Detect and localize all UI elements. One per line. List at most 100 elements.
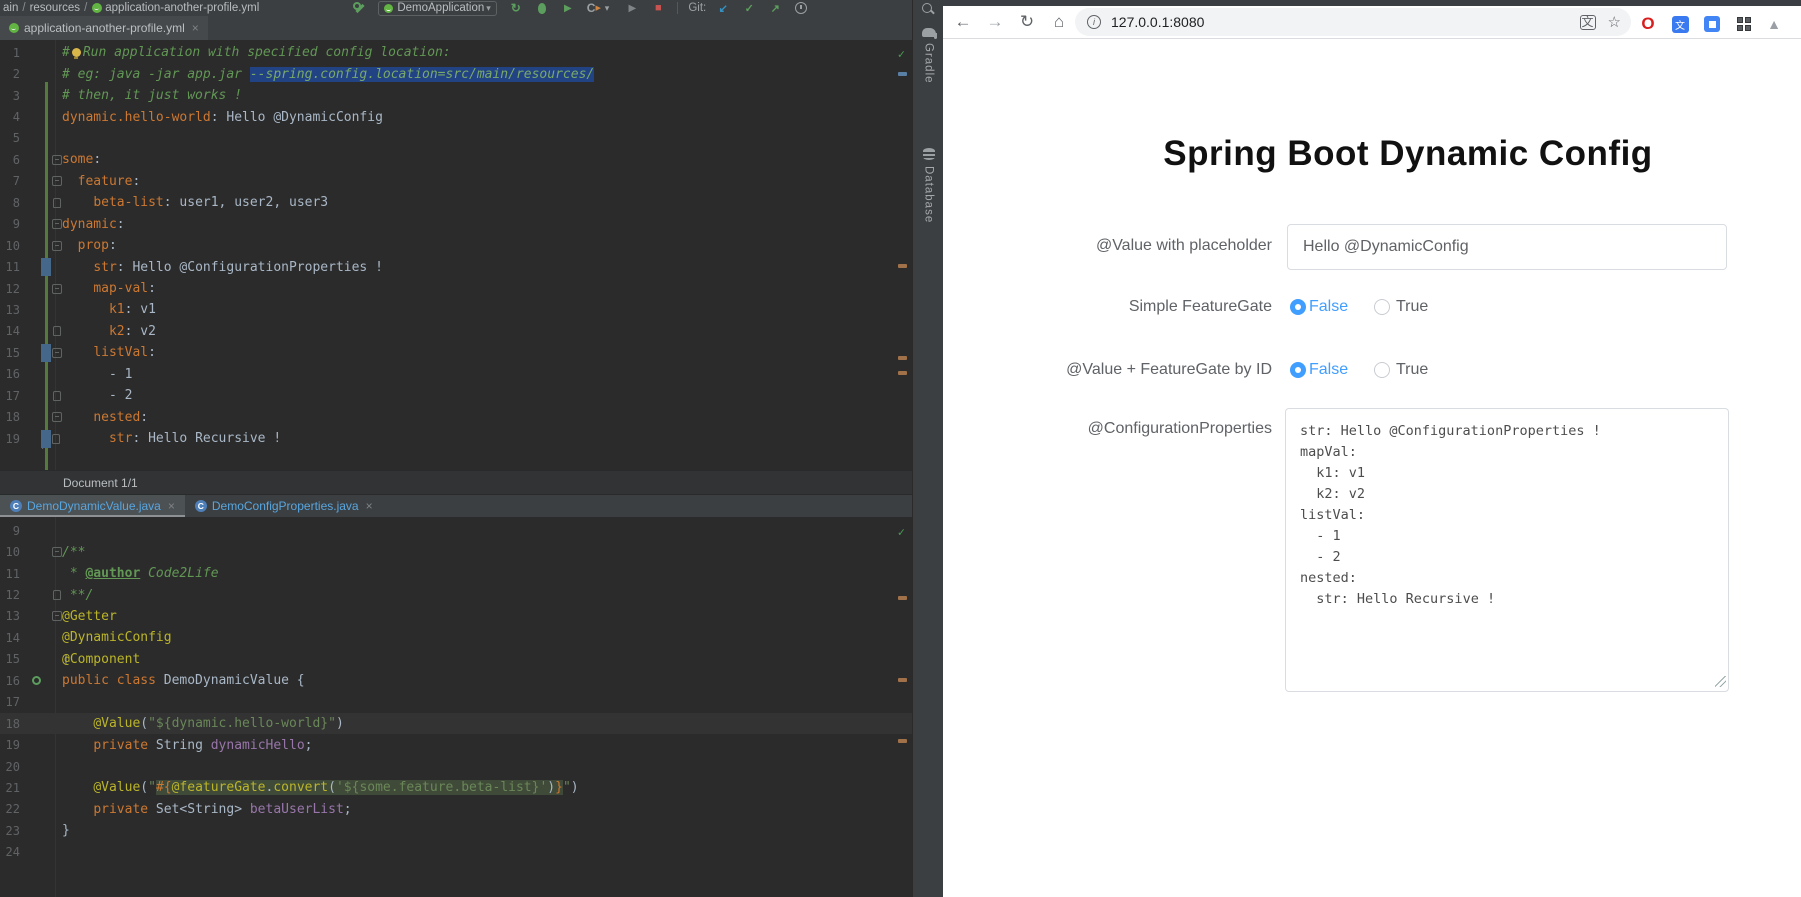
line-number: 18	[0, 717, 30, 731]
lock-marker-icon[interactable]	[53, 590, 61, 600]
code-text: private Set<String> betaUserList;	[62, 802, 352, 817]
configuration-properties-textarea[interactable]: str: Hello @ConfigurationProperties ! ma…	[1285, 408, 1729, 692]
translate-page-icon[interactable]: 文	[1580, 15, 1596, 30]
line-number: 10	[0, 239, 30, 253]
fold-marker-icon[interactable]	[52, 412, 62, 422]
intention-bulb-icon[interactable]	[72, 48, 81, 57]
gutter-markers	[30, 85, 62, 106]
radio-label-false[interactable]: False	[1309, 361, 1348, 379]
tool-window-database[interactable]: Database	[913, 148, 944, 223]
attach-run-button[interactable]: ▶	[623, 1, 641, 15]
featuregate-by-id-true-radio[interactable]	[1374, 362, 1390, 378]
bean-marker-icon	[32, 676, 41, 685]
simple-featuregate-false-radio[interactable]	[1290, 299, 1306, 315]
code-text: public class DemoDynamicValue {	[62, 673, 305, 688]
debug-button[interactable]	[533, 1, 551, 15]
close-icon[interactable]: ×	[192, 21, 199, 35]
line-number: 17	[0, 695, 30, 709]
forward-button[interactable]: →	[983, 10, 1007, 34]
fold-marker-icon[interactable]	[52, 284, 62, 294]
breadcrumb-separator: /	[22, 2, 25, 14]
line-number: 19	[0, 738, 30, 752]
code-text: k2: v2	[62, 324, 156, 339]
textarea-resize-handle[interactable]	[1715, 676, 1726, 687]
line-number: 10	[0, 545, 30, 559]
profiler-chevron-icon[interactable]: ▾	[605, 3, 610, 14]
profiler-button[interactable]: C▶	[585, 1, 603, 15]
radio-label-false[interactable]: False	[1309, 298, 1348, 316]
code-line: 8 beta-list: user1, user2, user3	[0, 192, 912, 213]
breadcrumb-item-resources[interactable]: resources	[30, 2, 81, 14]
extension-screenshot-icon[interactable]	[1701, 13, 1723, 35]
radio-label-true[interactable]: True	[1396, 298, 1428, 316]
tab-demo-config-properties[interactable]: C DemoConfigProperties.java ×	[185, 495, 383, 517]
fold-marker-icon[interactable]	[52, 348, 62, 358]
tool-window-gradle[interactable]: Gradle	[913, 28, 944, 84]
run-configuration-select[interactable]: DemoApplication ▾	[378, 1, 496, 16]
yaml-code-editor[interactable]: ✓ 1#Run application with specified confi…	[0, 40, 912, 472]
search-icon[interactable]	[922, 3, 932, 13]
url-text[interactable]: 127.0.0.1:8080	[1111, 14, 1204, 30]
line-number: 6	[0, 153, 30, 167]
lock-marker-icon[interactable]	[53, 326, 61, 336]
lock-marker-icon[interactable]	[53, 391, 61, 401]
home-button[interactable]: ⌂	[1047, 10, 1071, 34]
extension-red-icon[interactable]: O	[1637, 13, 1659, 35]
gutter-markers	[30, 299, 62, 320]
code-line: 12 **/	[0, 584, 912, 605]
java-class-icon: C	[195, 500, 207, 512]
run-with-coverage-button[interactable]: ▶	[559, 1, 577, 15]
featuregate-by-id-false-radio[interactable]	[1290, 362, 1306, 378]
extension-rocket-icon[interactable]: ▲	[1763, 13, 1785, 35]
code-text: listVal:	[62, 345, 156, 360]
breadcrumb-item-main[interactable]: ain	[3, 2, 18, 14]
build-wrench-icon[interactable]	[350, 1, 368, 15]
close-icon[interactable]: ×	[366, 499, 373, 513]
breadcrumb-item-file[interactable]: application-another-profile.yml	[105, 2, 259, 14]
fold-marker-icon[interactable]	[52, 611, 62, 621]
tab-application-another-profile-yml[interactable]: application-another-profile.yml ×	[0, 16, 208, 40]
code-text: @Value("#{@featureGate.convert('${some.f…	[62, 780, 579, 795]
bookmark-star-icon[interactable]: ☆	[1608, 13, 1621, 31]
lock-marker-icon[interactable]	[52, 434, 60, 444]
gutter-markers	[30, 563, 62, 584]
line-number: 11	[0, 567, 30, 581]
tab-demo-dynamic-value[interactable]: C DemoDynamicValue.java ×	[0, 495, 185, 517]
fold-marker-icon[interactable]	[52, 241, 62, 251]
tool-window-label: Gradle	[923, 43, 935, 84]
code-text: str: Hello Recursive !	[62, 431, 281, 446]
stop-button[interactable]: ■	[649, 1, 667, 15]
tab-label: DemoDynamicValue.java	[27, 499, 161, 513]
extension-translate-icon[interactable]: 文	[1669, 13, 1691, 35]
line-number: 18	[0, 410, 30, 424]
code-text: map-val:	[62, 281, 156, 296]
git-push-button[interactable]: ↗	[766, 1, 784, 15]
lock-marker-icon[interactable]	[53, 198, 61, 208]
chevron-down-icon: ▾	[486, 3, 491, 14]
address-bar[interactable]: i 127.0.0.1:8080 文 ☆	[1075, 8, 1631, 36]
gutter-markers	[30, 63, 62, 84]
fold-marker-icon[interactable]	[52, 155, 62, 165]
reload-button[interactable]: ↻	[1015, 10, 1039, 34]
blue-marker-icon	[41, 344, 51, 362]
line-number: 12	[0, 282, 30, 296]
code-line: 11 str: Hello @ConfigurationProperties !	[0, 256, 912, 277]
value-placeholder-input[interactable]	[1287, 224, 1727, 270]
fold-marker-icon[interactable]	[52, 176, 62, 186]
fold-marker-icon[interactable]	[52, 219, 62, 229]
back-button[interactable]: ←	[951, 10, 975, 34]
extension-qr-icon[interactable]	[1733, 13, 1755, 35]
git-update-button[interactable]: ↙	[714, 1, 732, 15]
close-icon[interactable]: ×	[168, 499, 175, 513]
gutter-markers	[30, 192, 62, 213]
code-text: feature:	[62, 174, 140, 189]
site-info-icon[interactable]: i	[1087, 15, 1101, 29]
local-history-button[interactable]	[792, 1, 810, 15]
fold-marker-icon[interactable]	[52, 547, 62, 557]
radio-label-true[interactable]: True	[1396, 361, 1428, 379]
code-line: 19 private String dynamicHello;	[0, 734, 912, 755]
simple-featuregate-true-radio[interactable]	[1374, 299, 1390, 315]
rerun-button[interactable]: ↻	[507, 1, 525, 15]
git-commit-button[interactable]: ✓	[740, 1, 758, 15]
java-code-editor[interactable]: ✓ 910/**11 * @author Code2Life12 **/13@G…	[0, 517, 912, 897]
